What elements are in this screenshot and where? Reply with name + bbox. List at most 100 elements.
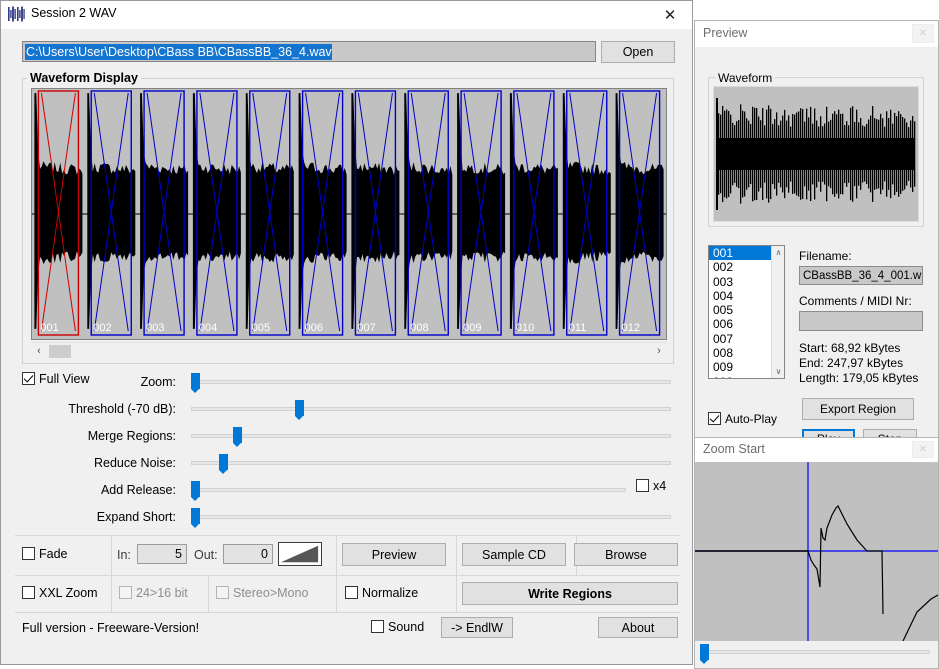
fade-out-label: Out: xyxy=(194,548,218,562)
divider xyxy=(15,535,680,536)
slider-track-5[interactable] xyxy=(191,515,671,519)
export-region-button[interactable]: Export Region xyxy=(802,398,914,420)
comments-input[interactable] xyxy=(799,311,923,331)
normalize-checkbox[interactable]: Normalize xyxy=(345,586,418,600)
endlw-button[interactable]: -> EndlW xyxy=(441,617,513,638)
checkbox-box xyxy=(345,586,358,599)
svg-text:012: 012 xyxy=(622,322,640,334)
divider xyxy=(15,612,680,613)
checkbox-box xyxy=(636,479,649,492)
checkbox-box xyxy=(22,372,35,385)
preview-waveform-label: Waveform xyxy=(715,71,776,85)
zoom-start-slider[interactable] xyxy=(695,643,938,664)
checkbox-box xyxy=(119,586,132,599)
waveform-regions-svg: 001 002 003 004 005 006 007 008 009 010 011 012 xyxy=(32,90,666,336)
svg-text:011: 011 xyxy=(569,322,587,334)
slider-thumb-4[interactable] xyxy=(191,481,200,501)
status-text: Full version - Freeware-Version! xyxy=(22,621,200,635)
fade-checkbox[interactable]: Fade xyxy=(22,547,68,561)
stereo-mono-label: Stereo>Mono xyxy=(233,586,309,600)
file-path-value: C:\Users\User\Desktop\CBass BB\CBassBB_3… xyxy=(25,43,332,60)
divider xyxy=(208,575,209,612)
checkbox-box xyxy=(216,586,229,599)
xxl-zoom-checkbox[interactable]: XXL Zoom xyxy=(22,586,98,600)
scroll-left-icon[interactable]: ‹ xyxy=(31,343,47,359)
scroll-down-icon[interactable]: ∨ xyxy=(772,365,784,378)
zoom-start-title-bar: Zoom Start ✕ xyxy=(695,438,938,462)
fade-in-label: In: xyxy=(117,548,131,562)
slider-track-4[interactable] xyxy=(191,488,626,492)
slider-label-5: Expand Short: xyxy=(96,510,176,524)
waveform-canvas[interactable]: 001 002 003 004 005 006 007 008 009 010 011 012 xyxy=(31,88,667,340)
fade-label: Fade xyxy=(39,547,68,561)
slider-thumb-1[interactable] xyxy=(294,400,304,420)
slider-track-3[interactable] xyxy=(191,461,671,465)
length-text: Length: 179,05 kBytes xyxy=(799,371,919,385)
waveform-scrollbar[interactable]: ‹ › xyxy=(31,342,667,359)
filename-input[interactable]: CBassBB_36_4_001.w xyxy=(799,266,923,285)
sample-cd-button[interactable]: Sample CD xyxy=(462,543,566,566)
divider xyxy=(15,575,680,576)
zoom-start-waveform-svg xyxy=(695,462,938,641)
slider-label-0: Zoom: xyxy=(140,375,176,389)
svg-text:005: 005 xyxy=(252,322,270,334)
svg-text:004: 004 xyxy=(199,322,217,334)
slider-track-0[interactable] xyxy=(191,380,671,384)
svg-text:002: 002 xyxy=(93,322,111,334)
region-list[interactable]: 001002003004005006007008009010011012 ∧ ∨ xyxy=(708,245,785,379)
fade-ramp-icon[interactable] xyxy=(278,542,322,566)
region-list-scrollbar[interactable]: ∧ ∨ xyxy=(771,246,784,378)
x4-label: x4 xyxy=(653,479,667,493)
svg-text:008: 008 xyxy=(410,322,428,334)
xxl-zoom-label: XXL Zoom xyxy=(39,586,98,600)
fade-out-input[interactable]: 0 xyxy=(223,544,273,564)
preview-waveform-canvas[interactable] xyxy=(713,86,919,222)
bit-convert-checkbox[interactable]: 24>16 bit xyxy=(119,586,188,600)
slider-track-1[interactable] xyxy=(191,407,671,411)
svg-text:001: 001 xyxy=(40,322,58,334)
close-icon[interactable]: ✕ xyxy=(912,24,934,43)
slider-label-1: Threshold (-70 dB): xyxy=(68,402,176,416)
slider-thumb-3[interactable] xyxy=(219,454,229,474)
slider-label-4: Add Release: xyxy=(100,483,176,497)
auto-play-label: Auto-Play xyxy=(725,412,778,426)
slider-track-2[interactable] xyxy=(191,434,671,438)
checkbox-box xyxy=(708,412,721,425)
slider-label-3: Reduce Noise: xyxy=(94,456,176,470)
comments-label: Comments / MIDI Nr: xyxy=(799,294,912,308)
zoom-start-window: Zoom Start ✕ xyxy=(694,437,939,669)
slider-thumb[interactable] xyxy=(700,644,709,664)
preview-button[interactable]: Preview xyxy=(342,543,446,566)
fade-in-input[interactable]: 5 xyxy=(137,544,187,564)
scroll-up-icon[interactable]: ∧ xyxy=(772,246,784,259)
normalize-label: Normalize xyxy=(362,586,419,600)
app-root: Session 2 WAV ✕ C:\Users\User\Desktop\CB… xyxy=(0,0,939,669)
divider xyxy=(336,535,337,612)
browse-button[interactable]: Browse xyxy=(574,543,678,566)
sound-checkbox[interactable]: Sound xyxy=(371,620,424,634)
title-bar: Session 2 WAV ✕ xyxy=(1,1,692,29)
x4-checkbox[interactable]: x4 xyxy=(636,479,666,493)
scrollbar-thumb[interactable] xyxy=(49,344,71,358)
checkbox-box xyxy=(22,586,35,599)
auto-play-checkbox[interactable]: Auto-Play xyxy=(708,412,777,426)
waveform-icon xyxy=(8,6,25,22)
scroll-right-icon[interactable]: › xyxy=(651,343,667,359)
write-regions-button[interactable]: Write Regions xyxy=(462,582,678,605)
divider xyxy=(456,575,457,612)
slider-thumb-5[interactable] xyxy=(191,508,200,528)
open-button[interactable]: Open xyxy=(601,41,675,63)
close-icon[interactable]: ✕ xyxy=(648,1,692,28)
slider-thumb-2[interactable] xyxy=(233,427,243,447)
slider-thumb-0[interactable] xyxy=(191,373,200,393)
svg-text:006: 006 xyxy=(305,322,323,334)
close-icon[interactable]: ✕ xyxy=(912,441,934,458)
about-button[interactable]: About xyxy=(598,617,678,638)
slider-track xyxy=(705,650,930,654)
zoom-start-canvas[interactable] xyxy=(695,462,938,641)
file-path-input[interactable]: C:\Users\User\Desktop\CBass BB\CBassBB_3… xyxy=(22,41,596,62)
svg-text:010: 010 xyxy=(516,322,534,334)
waveform-display-label: Waveform Display xyxy=(27,71,141,85)
preview-title-bar: Preview ✕ xyxy=(695,21,938,47)
stereo-mono-checkbox[interactable]: Stereo>Mono xyxy=(216,586,308,600)
